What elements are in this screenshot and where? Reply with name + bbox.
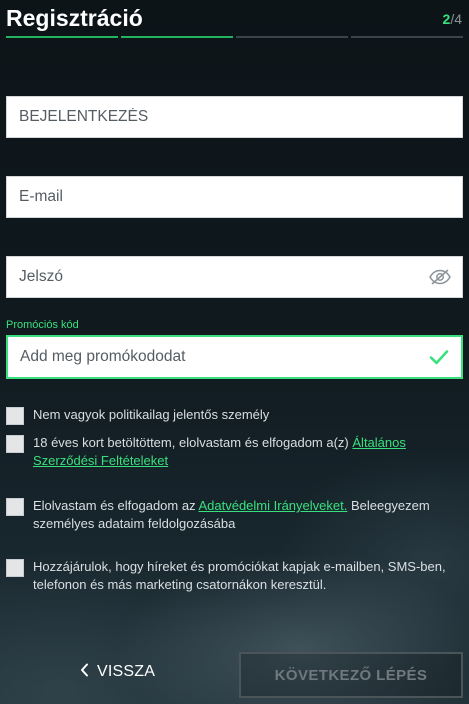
privacy-link[interactable]: Adatvédelmi Irányelveket. [198, 498, 347, 513]
progress-segment-2 [121, 36, 233, 38]
promo-field-wrapper [6, 335, 463, 379]
privacy-checkbox-label: Elolvastam és elfogadom az Adatvédelmi I… [33, 497, 463, 533]
progress-bar [6, 36, 463, 39]
pep-checkbox-label: Nem vagyok politikailag jelentős személy [33, 407, 270, 422]
terms-checkbox[interactable] [6, 435, 24, 453]
password-input[interactable] [7, 257, 462, 297]
privacy-text-before: Elolvastam és elfogadom az [33, 498, 199, 513]
email-input[interactable] [7, 177, 462, 217]
page-title: Regisztráció [6, 5, 143, 31]
back-button[interactable]: VISSZA [80, 660, 155, 684]
terms-checkbox-row: 18 éves kort betöltöttem, elolvastam és … [6, 434, 463, 470]
check-icon [427, 347, 451, 367]
progress-segment-4 [351, 36, 463, 38]
promo-label: Promóciós kód [6, 319, 79, 331]
username-field-wrapper [6, 96, 463, 138]
chevron-left-icon [80, 663, 89, 682]
pep-checkbox-row: Nem vagyok politikailag jelentős személy [6, 406, 463, 425]
password-field-wrapper [6, 256, 463, 298]
privacy-checkbox-row: Elolvastam és elfogadom az Adatvédelmi I… [6, 497, 463, 533]
step-counter: 2/4 [443, 11, 462, 27]
progress-segment-3 [236, 36, 348, 38]
pep-checkbox[interactable] [6, 407, 24, 425]
email-field-wrapper [6, 176, 463, 218]
eye-off-icon[interactable] [428, 267, 452, 287]
terms-checkbox-label: 18 éves kort betöltöttem, elolvastam és … [33, 434, 463, 470]
terms-text: 18 éves kort betöltöttem, elolvastam és … [33, 435, 353, 450]
marketing-checkbox-row: Hozzájárulok, hogy híreket és promócióka… [6, 558, 463, 594]
promo-input[interactable] [8, 337, 461, 377]
username-input[interactable] [7, 97, 462, 137]
back-button-label: VISSZA [97, 663, 156, 680]
marketing-checkbox-label: Hozzájárulok, hogy híreket és promócióka… [33, 559, 446, 592]
privacy-checkbox[interactable] [6, 498, 24, 516]
next-step-button[interactable]: KÖVETKEZŐ LÉPÉS [239, 652, 463, 698]
step-total: /4 [450, 11, 462, 27]
next-step-label: KÖVETKEZŐ LÉPÉS [274, 666, 428, 684]
progress-segment-1 [6, 36, 118, 38]
header: Regisztráció 2/4 [0, 0, 469, 40]
marketing-checkbox[interactable] [6, 559, 24, 577]
